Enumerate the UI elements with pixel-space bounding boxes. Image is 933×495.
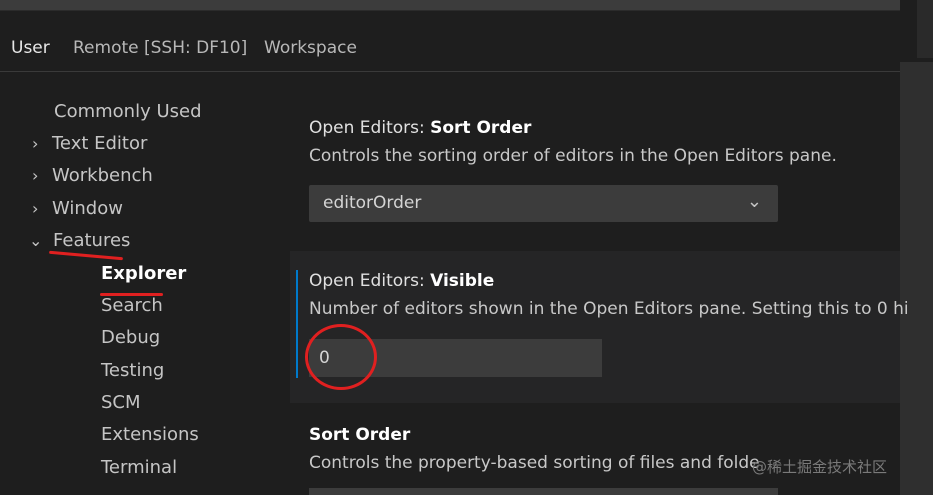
setting-description: Number of editors shown in the Open Edit… [309, 299, 909, 319]
toc-item-label: SCM [101, 392, 141, 413]
chevron-right-icon: › [32, 134, 39, 153]
visible-count-input[interactable] [309, 339, 602, 377]
toc-item-workbench[interactable]: › Workbench [32, 165, 153, 186]
focus-indicator [296, 270, 298, 378]
setting-title: Sort Order [309, 425, 411, 445]
toc-item-text-editor[interactable]: › Text Editor [32, 133, 147, 154]
setting-title: Open Editors: Visible [309, 271, 495, 291]
tab-remote[interactable]: Remote [SSH: DF10] [73, 38, 247, 58]
toc-item-label: Features [53, 230, 131, 251]
toc-item-extensions[interactable]: Extensions [101, 424, 199, 445]
toc-item-label: Explorer [101, 263, 187, 284]
chevron-right-icon: › [32, 166, 39, 185]
toc-item-window[interactable]: › Window [32, 198, 123, 219]
toc-item-label: Commonly Used [54, 101, 202, 122]
tab-workspace[interactable]: Workspace [264, 38, 357, 58]
toc-item-features[interactable]: ⌄ Features [29, 230, 130, 251]
toc-item-label: Debug [101, 327, 161, 348]
toc-item-label: Extensions [101, 424, 199, 445]
watermark: @稀土掘金技术社区 [752, 458, 888, 476]
toc-item-label: Testing [101, 360, 165, 381]
toc-item-label: Terminal [101, 457, 178, 478]
annotation-underline-features [49, 250, 123, 261]
toc-item-explorer[interactable]: Explorer [101, 263, 186, 284]
setting-sort-order: Sort Order Controls the property-based s… [309, 425, 760, 473]
toc-item-label: Text Editor [52, 133, 148, 154]
chevron-down-icon: ⌄ [746, 191, 762, 212]
scrollbar-top[interactable] [917, 0, 933, 58]
setting-open-editors-sort-order: Open Editors: Sort Order Controls the so… [309, 118, 837, 166]
setting-description: Controls the sorting order of editors in… [309, 146, 837, 166]
annotation-underline-explorer [100, 293, 163, 296]
toc-item-debug[interactable]: Debug [101, 327, 160, 348]
setting-open-editors-visible: Open Editors: Visible Number of editors … [309, 271, 909, 319]
toc-item-commonly-used[interactable]: Commonly Used [54, 101, 202, 122]
divider [0, 71, 900, 72]
search-bar[interactable] [0, 0, 900, 11]
chevron-right-icon: › [32, 199, 39, 218]
toc-item-terminal[interactable]: Terminal [101, 457, 177, 478]
toc-item-label: Window [52, 198, 123, 219]
sort-order-select[interactable]: editorOrder ⌄ [309, 185, 778, 222]
settings-scope-tabs: User Remote [SSH: DF10] Workspace [0, 30, 900, 72]
toc-item-label: Workbench [52, 165, 153, 186]
chevron-down-icon: ⌄ [29, 231, 43, 250]
sort-order-files-select[interactable] [309, 488, 778, 495]
toc-item-testing[interactable]: Testing [101, 360, 164, 381]
toc-item-scm[interactable]: SCM [101, 392, 141, 413]
toc-item-search[interactable]: Search [101, 295, 163, 316]
select-value: editorOrder [323, 193, 422, 213]
toc-item-label: Search [101, 295, 163, 316]
setting-title: Open Editors: Sort Order [309, 118, 532, 138]
setting-description: Controls the property-based sorting of f… [309, 453, 760, 473]
tab-user[interactable]: User [11, 38, 50, 58]
